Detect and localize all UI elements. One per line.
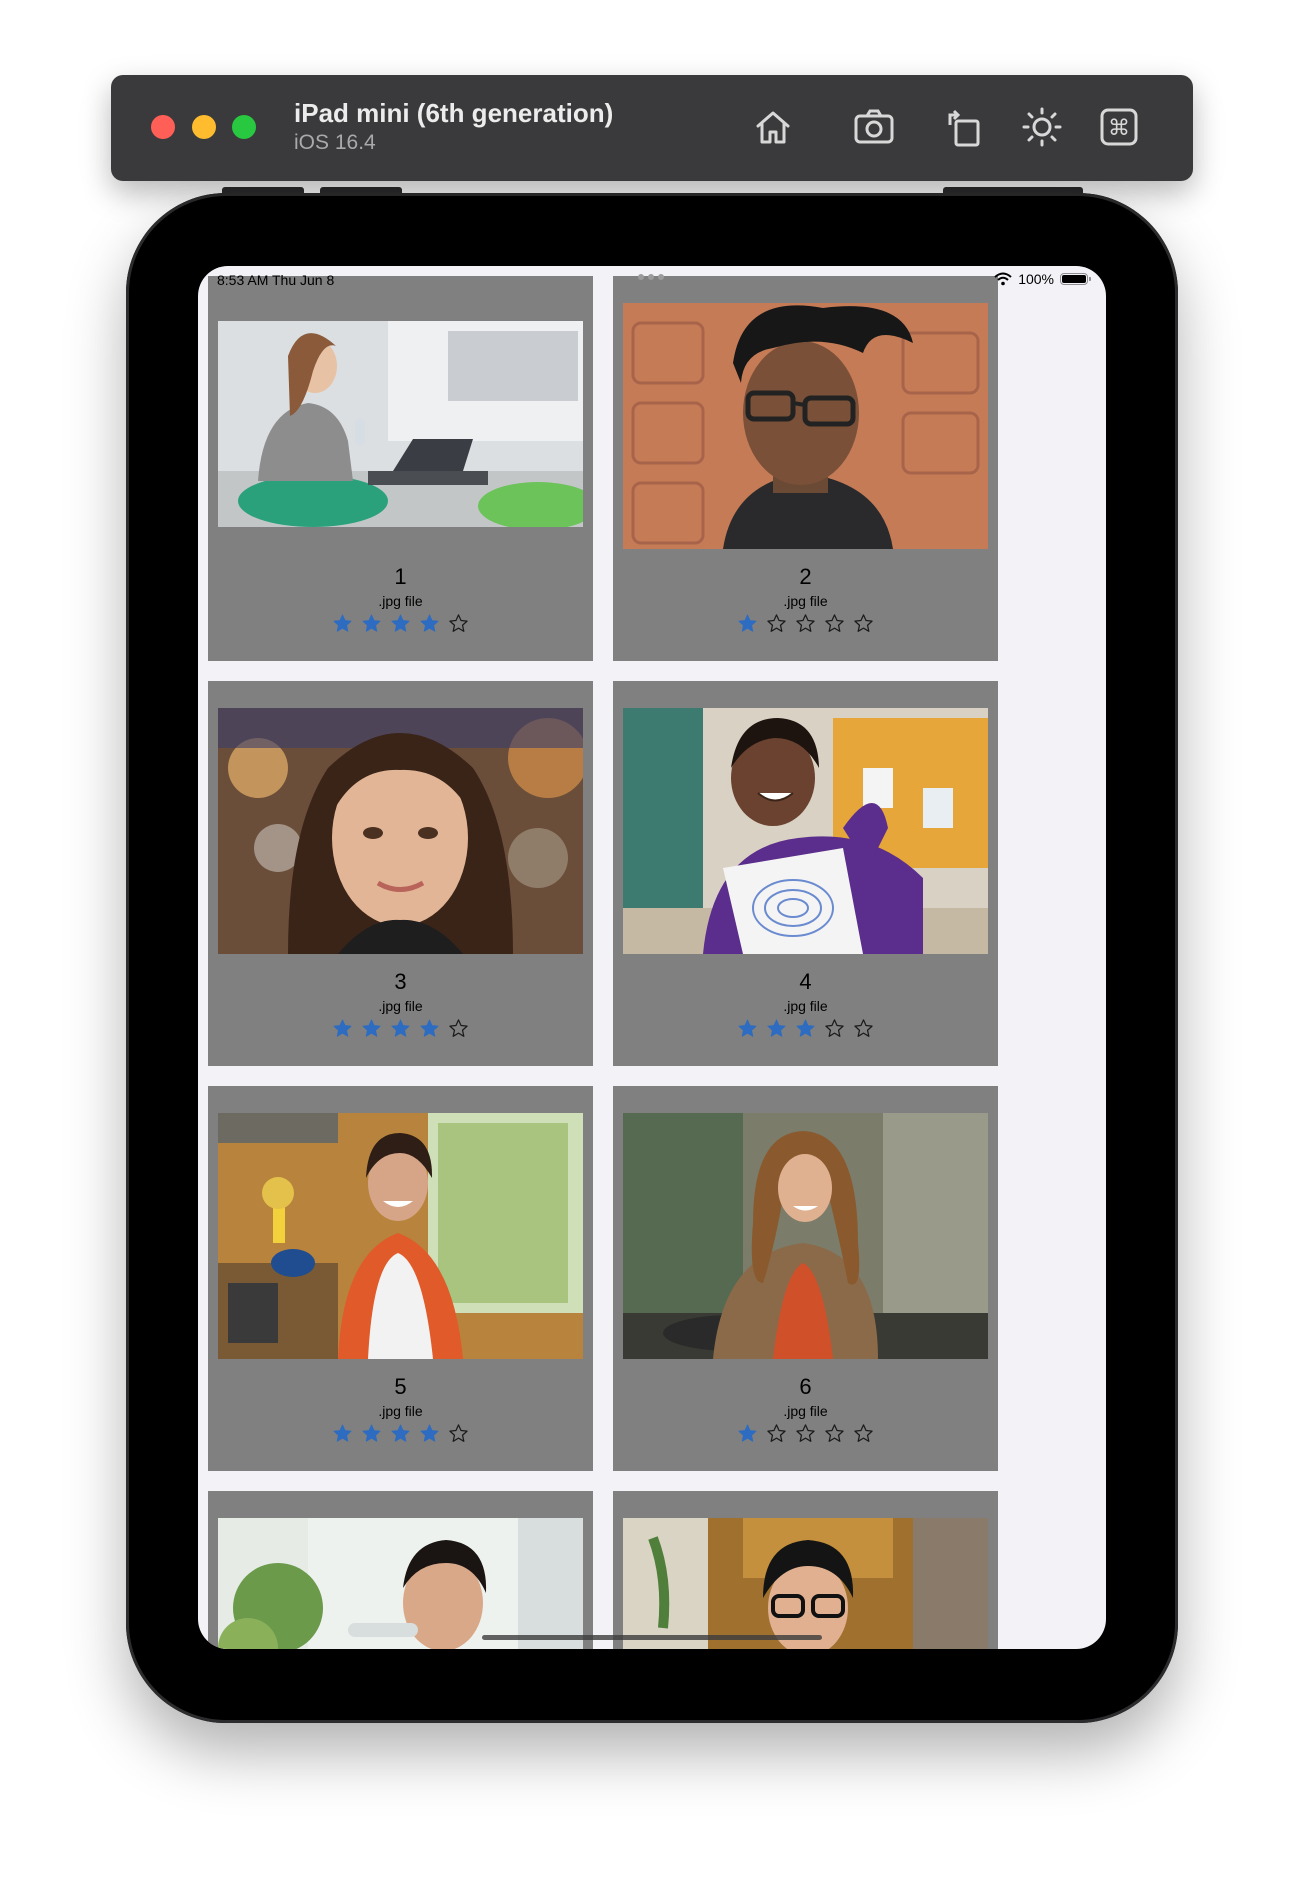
window-zoom-button[interactable] <box>232 115 256 139</box>
star-empty-icon[interactable] <box>766 1423 787 1444</box>
star-rating <box>613 1018 998 1039</box>
young-man-glasses-photo <box>623 303 988 549</box>
device-name: iPad mini (6th generation) <box>294 98 614 128</box>
star-empty-icon[interactable] <box>448 1018 469 1039</box>
star-filled-icon[interactable] <box>390 1018 411 1039</box>
home-indicator[interactable] <box>482 1635 822 1640</box>
rotate-button[interactable] <box>941 104 987 150</box>
star-rating <box>208 613 593 634</box>
woman-bangs-photo <box>218 708 583 954</box>
star-filled-icon[interactable] <box>737 1423 758 1444</box>
photo-card[interactable]: 5 .jpg file <box>208 1086 593 1471</box>
star-filled-icon[interactable] <box>332 613 353 634</box>
star-empty-icon[interactable] <box>824 613 845 634</box>
star-filled-icon[interactable] <box>419 613 440 634</box>
star-filled-icon[interactable] <box>737 613 758 634</box>
star-empty-icon[interactable] <box>853 1423 874 1444</box>
girl-with-drawing-photo <box>623 708 988 954</box>
woman-glasses-photo <box>623 1518 988 1649</box>
star-empty-icon[interactable] <box>824 1018 845 1039</box>
photo-card[interactable]: 2 .jpg file <box>613 276 998 661</box>
card-title: 1 <box>394 564 407 589</box>
photo-card[interactable]: 3 .jpg file <box>208 681 593 1066</box>
star-filled-icon[interactable] <box>419 1423 440 1444</box>
star-filled-icon[interactable] <box>361 1423 382 1444</box>
star-empty-icon[interactable] <box>853 613 874 634</box>
card-subtitle: .jpg file <box>378 1403 423 1419</box>
star-filled-icon[interactable] <box>766 1018 787 1039</box>
multitasking-dots[interactable] <box>638 274 664 280</box>
star-filled-icon[interactable] <box>390 613 411 634</box>
wifi-icon <box>994 272 1012 286</box>
card-title: 6 <box>799 1374 812 1399</box>
star-filled-icon[interactable] <box>361 613 382 634</box>
window-minimize-button[interactable] <box>192 115 216 139</box>
card-title: 5 <box>394 1374 407 1399</box>
star-filled-icon[interactable] <box>737 1018 758 1039</box>
card-subtitle: .jpg file <box>783 593 828 609</box>
home-button[interactable] <box>750 104 796 150</box>
screenshot-button[interactable] <box>851 104 897 150</box>
star-filled-icon[interactable] <box>332 1423 353 1444</box>
card-title: 4 <box>799 969 812 994</box>
star-filled-icon[interactable] <box>390 1423 411 1444</box>
photo-card[interactable] <box>208 1491 593 1649</box>
command-button[interactable]: ⌘ <box>1096 104 1142 150</box>
card-subtitle: .jpg file <box>378 998 423 1014</box>
star-empty-icon[interactable] <box>448 1423 469 1444</box>
photo-card[interactable]: 6 .jpg file <box>613 1086 998 1471</box>
woman-at-cafe-photo <box>623 1113 988 1359</box>
star-empty-icon[interactable] <box>795 1423 816 1444</box>
star-rating <box>208 1423 593 1444</box>
appearance-icon <box>1022 107 1062 147</box>
screenshot-icon <box>854 109 894 144</box>
star-empty-icon[interactable] <box>766 613 787 634</box>
command-icon: ⌘ <box>1100 108 1138 146</box>
window-close-button[interactable] <box>151 115 175 139</box>
photo-card[interactable]: 4 .jpg file <box>613 681 998 1066</box>
star-filled-icon[interactable] <box>419 1018 440 1039</box>
status-time-date: 8:53 AM Thu Jun 8 <box>217 272 335 288</box>
card-title: 2 <box>799 564 812 589</box>
star-filled-icon[interactable] <box>361 1018 382 1039</box>
star-empty-icon[interactable] <box>795 613 816 634</box>
os-version: iOS 16.4 <box>294 131 376 154</box>
home-icon <box>756 111 790 144</box>
device-screen: 8:53 AM Thu Jun 8 100% 1 .jpg file 2 .jp… <box>198 266 1106 1649</box>
battery-icon <box>1060 273 1091 285</box>
status-right: 100% <box>994 271 1091 287</box>
star-rating <box>613 1423 998 1444</box>
woman-with-tablet-photo <box>218 321 583 527</box>
photo-card[interactable] <box>613 1491 998 1649</box>
star-rating <box>613 613 998 634</box>
card-subtitle: .jpg file <box>783 1403 828 1419</box>
star-filled-icon[interactable] <box>795 1018 816 1039</box>
woman-in-kitchen-photo <box>218 1113 583 1359</box>
svg-text:⌘: ⌘ <box>1108 116 1130 141</box>
star-rating <box>208 1018 593 1039</box>
card-subtitle: .jpg file <box>783 998 828 1014</box>
star-empty-icon[interactable] <box>824 1423 845 1444</box>
star-filled-icon[interactable] <box>332 1018 353 1039</box>
appearance-button[interactable] <box>1019 104 1065 150</box>
star-empty-icon[interactable] <box>853 1018 874 1039</box>
card-title: 3 <box>394 969 407 994</box>
card-subtitle: .jpg file <box>378 593 423 609</box>
battery-percent: 100% <box>1018 271 1054 287</box>
rotate-icon <box>948 109 980 147</box>
photo-card[interactable]: 1 .jpg file <box>208 276 593 661</box>
star-empty-icon[interactable] <box>448 613 469 634</box>
man-eating-photo <box>218 1518 583 1649</box>
